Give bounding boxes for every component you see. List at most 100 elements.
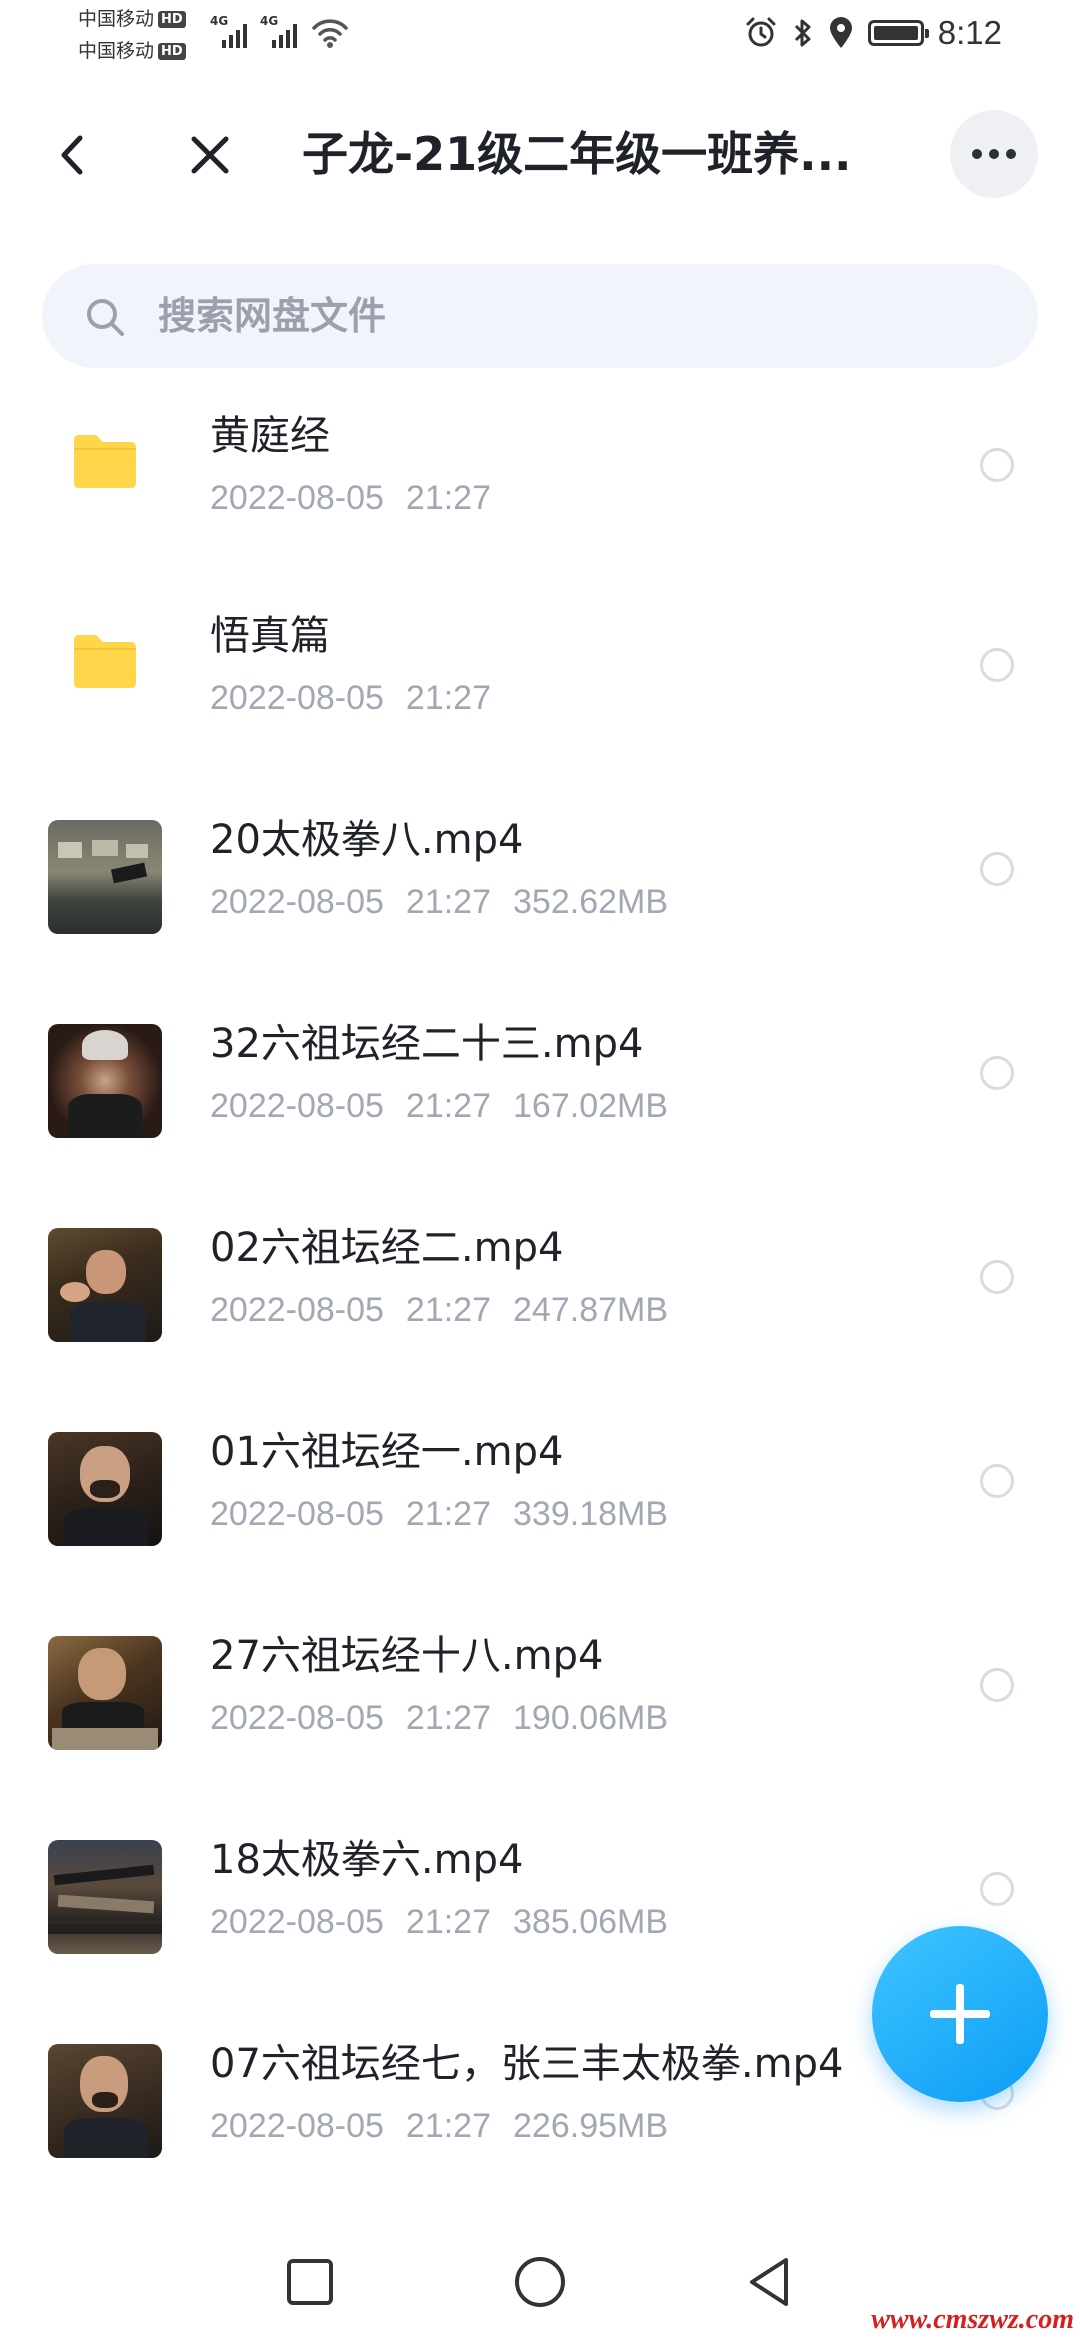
- file-list: 黄庭经 2022-08-05 21:27 悟真篇 2022-08-05 21:27 …: [0, 376, 1080, 2208]
- file-date: 2022-08-05: [210, 1087, 384, 1125]
- search-input[interactable]: [158, 286, 978, 346]
- more-dots-icon: [972, 149, 982, 159]
- file-time: 21:27: [405, 1495, 492, 1533]
- list-item[interactable]: 20太极拳八.mp4 2022-08-05 21:27 352.62MB: [0, 780, 1080, 984]
- file-time: 21:27: [405, 479, 492, 517]
- list-item[interactable]: 27六祖坛经十八.mp4 2022-08-05 21:27 190.06MB: [0, 1596, 1080, 1800]
- file-meta: 2022-08-05 21:27 385.06MB: [210, 1900, 668, 1944]
- file-name: 黄庭经: [210, 413, 330, 459]
- file-meta: 2022-08-05 21:27: [210, 476, 491, 520]
- chevron-left-icon: [61, 135, 83, 175]
- select-radio[interactable]: [980, 1668, 1014, 1702]
- carrier-1: 中国移动 HD: [78, 8, 186, 30]
- nav-back-button[interactable]: [740, 2252, 800, 2312]
- signal-indicators: 4G 4G: [210, 14, 350, 50]
- list-item[interactable]: 悟真篇 2022-08-05 21:27: [0, 576, 1080, 780]
- status-bar: 中国移动 HD 中国移动 HD 4G 4G 8:12: [0, 0, 1080, 70]
- video-thumbnail: [48, 1840, 162, 1954]
- file-meta: 2022-08-05 21:27 247.87MB: [210, 1288, 668, 1332]
- file-size: 167.02MB: [513, 1087, 669, 1125]
- status-right: 8:12: [744, 14, 1002, 52]
- file-date: 2022-08-05: [210, 883, 384, 921]
- circle-icon: [515, 2257, 565, 2307]
- header: 子龙-21级二年级一班养...: [0, 100, 1080, 210]
- add-button[interactable]: [872, 1926, 1048, 2102]
- file-meta: 2022-08-05 21:27: [210, 676, 491, 720]
- hd-badge: HD: [158, 42, 186, 60]
- folder-icon: [74, 435, 136, 488]
- recent-apps-button[interactable]: [280, 2252, 340, 2312]
- file-name: 18太极拳六.mp4: [210, 1837, 524, 1883]
- file-size: 339.18MB: [513, 1495, 669, 1533]
- file-date: 2022-08-05: [210, 1291, 384, 1329]
- hd-badge: HD: [158, 10, 186, 28]
- triangle-back-icon: [750, 2258, 788, 2306]
- file-name: 07六祖坛经七，张三丰太极拳.mp4: [210, 2041, 844, 2087]
- bluetooth-icon: [794, 19, 811, 47]
- select-radio[interactable]: [980, 1056, 1014, 1090]
- file-size: 247.87MB: [513, 1291, 669, 1329]
- select-radio[interactable]: [980, 448, 1014, 482]
- list-item[interactable]: 02六祖坛经二.mp4 2022-08-05 21:27 247.87MB: [0, 1188, 1080, 1392]
- file-meta: 2022-08-05 21:27 352.62MB: [210, 880, 668, 924]
- more-options-button[interactable]: [950, 110, 1038, 198]
- list-item[interactable]: 01六祖坛经一.mp4 2022-08-05 21:27 339.18MB: [0, 1392, 1080, 1596]
- signal-1-icon: 4G: [210, 14, 250, 50]
- list-item[interactable]: 黄庭经 2022-08-05 21:27: [0, 376, 1080, 576]
- file-date: 2022-08-05: [210, 2107, 384, 2145]
- video-thumbnail: [48, 1024, 162, 1138]
- file-meta: 2022-08-05 21:27 190.06MB: [210, 1696, 668, 1740]
- file-time: 21:27: [405, 1087, 492, 1125]
- select-radio[interactable]: [980, 1260, 1014, 1294]
- video-thumbnail: [48, 2044, 162, 2158]
- page-title: 子龙-21级二年级一班养...: [302, 127, 852, 181]
- file-name: 32六祖坛经二十三.mp4: [210, 1021, 644, 1067]
- select-radio[interactable]: [980, 1872, 1014, 1906]
- select-radio[interactable]: [980, 1464, 1014, 1498]
- file-date: 2022-08-05: [210, 1903, 384, 1941]
- file-date: 2022-08-05: [210, 679, 384, 717]
- signal-2-icon: 4G: [260, 14, 300, 50]
- watermark: www.cmszwz.com: [871, 2304, 1074, 2335]
- home-button[interactable]: [510, 2252, 570, 2312]
- list-item[interactable]: 32六祖坛经二十三.mp4 2022-08-05 21:27 167.02MB: [0, 984, 1080, 1188]
- battery-icon: [867, 20, 929, 46]
- video-thumbnail: [48, 1432, 162, 1546]
- square-icon: [287, 2259, 333, 2305]
- wifi-icon: [310, 14, 350, 50]
- folder-icon: [74, 635, 136, 688]
- select-radio[interactable]: [980, 852, 1014, 886]
- file-date: 2022-08-05: [210, 1699, 384, 1737]
- carrier-2: 中国移动 HD: [78, 40, 186, 62]
- close-button[interactable]: [180, 122, 240, 188]
- location-icon: [829, 17, 852, 48]
- status-time: 8:12: [937, 14, 1002, 51]
- file-name: 02六祖坛经二.mp4: [210, 1225, 564, 1271]
- close-icon: [191, 136, 229, 174]
- file-meta: 2022-08-05 21:27 339.18MB: [210, 1492, 668, 1536]
- file-meta: 2022-08-05 21:27 167.02MB: [210, 1084, 668, 1128]
- search-bar[interactable]: [42, 264, 1038, 368]
- file-date: 2022-08-05: [210, 479, 384, 517]
- file-time: 21:27: [405, 1699, 492, 1737]
- file-size: 352.62MB: [513, 883, 669, 921]
- video-thumbnail: [48, 1228, 162, 1342]
- search-icon: [87, 299, 124, 336]
- file-date: 2022-08-05: [210, 1495, 384, 1533]
- alarm-icon: [746, 17, 776, 47]
- video-thumbnail: [48, 820, 162, 934]
- file-time: 21:27: [405, 1291, 492, 1329]
- file-time: 21:27: [405, 2107, 492, 2145]
- file-time: 21:27: [405, 679, 492, 717]
- file-name: 01六祖坛经一.mp4: [210, 1429, 564, 1475]
- back-button[interactable]: [44, 120, 104, 190]
- file-name: 20太极拳八.mp4: [210, 817, 524, 863]
- file-time: 21:27: [405, 1903, 492, 1941]
- file-meta: 2022-08-05 21:27 226.95MB: [210, 2104, 668, 2148]
- file-size: 385.06MB: [513, 1903, 669, 1941]
- carrier-1-label: 中国移动: [78, 8, 155, 30]
- file-name: 27六祖坛经十八.mp4: [210, 1633, 604, 1679]
- file-time: 21:27: [405, 883, 492, 921]
- video-thumbnail: [48, 1636, 162, 1750]
- select-radio[interactable]: [980, 648, 1014, 682]
